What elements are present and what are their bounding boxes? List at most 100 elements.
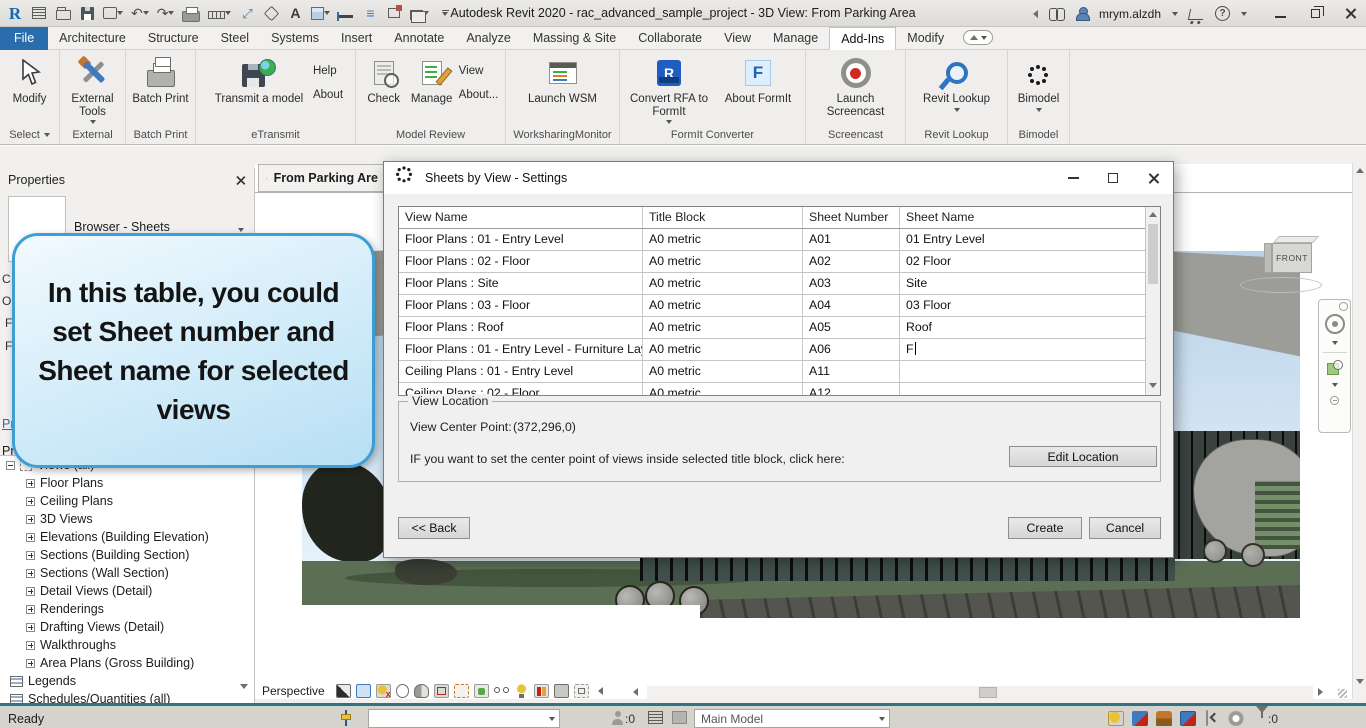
save-icon[interactable] [79, 5, 95, 22]
external-tools-button[interactable]: External Tools [65, 53, 120, 124]
user-interface-icon[interactable] [31, 5, 47, 22]
table-scroll-up-icon[interactable] [1149, 212, 1157, 217]
cell-sheet-name[interactable]: Roof [900, 317, 1147, 338]
worksets-icon[interactable] [345, 710, 347, 726]
cell-title-block[interactable]: A0 metric [643, 229, 803, 250]
tab-file[interactable]: File [0, 27, 48, 50]
sun-path-icon[interactable] [396, 684, 409, 698]
detail-level-icon[interactable] [356, 684, 371, 698]
launch-screencast-button[interactable]: Launch Screencast [811, 53, 900, 118]
tree-item-legends[interactable]: Legends [0, 672, 254, 690]
check-button[interactable]: Check [363, 53, 405, 106]
model-review-view-button[interactable]: View [459, 65, 499, 77]
tab-systems[interactable]: Systems [260, 27, 330, 50]
expand-icon[interactable] [26, 623, 35, 632]
navbar-close-icon[interactable] [1339, 302, 1348, 311]
viewcube-left-face[interactable] [1264, 243, 1272, 273]
expand-icon[interactable] [26, 641, 35, 650]
navbar-minimize-icon[interactable] [1330, 396, 1339, 405]
cell-sheet-name[interactable]: 01 Entry Level [900, 229, 1147, 250]
tab-insert[interactable]: Insert [330, 27, 383, 50]
drag-elements-toggle-icon[interactable] [1206, 710, 1208, 726]
tree-item-sections-building[interactable]: Sections (Building Section) [0, 546, 254, 564]
panel-label-select[interactable]: Select [0, 126, 59, 144]
col-header-view-name[interactable]: View Name [399, 207, 643, 228]
table-scroll-thumb[interactable] [1148, 224, 1158, 284]
tab-massing-site[interactable]: Massing & Site [522, 27, 627, 50]
expand-icon[interactable] [26, 515, 35, 524]
cell-view-name[interactable]: Floor Plans : 02 - Floor [399, 251, 643, 272]
active-workset-select[interactable] [368, 709, 560, 728]
tab-view[interactable]: View [713, 27, 762, 50]
hscroll-thumb[interactable] [979, 687, 997, 698]
dialog-close-button[interactable] [1133, 162, 1173, 194]
transmit-model-button[interactable]: Transmit a model [208, 53, 310, 106]
dialog-maximize-button[interactable] [1093, 162, 1133, 194]
text-icon[interactable]: A [287, 5, 303, 22]
cell-sheet-name[interactable] [900, 383, 1147, 396]
tree-item-renderings[interactable]: Renderings [0, 600, 254, 618]
tab-manage[interactable]: Manage [762, 27, 829, 50]
redo-icon[interactable]: ↷ [157, 5, 175, 22]
modify-button[interactable]: Modify [5, 53, 54, 106]
view-scale-label[interactable]: Perspective [262, 684, 325, 698]
cell-title-block[interactable]: A0 metric [643, 339, 803, 360]
scroll-down-icon[interactable] [1356, 679, 1364, 684]
highlight-displacement-icon[interactable] [554, 684, 569, 698]
cell-title-block[interactable]: A0 metric [643, 295, 803, 316]
cell-view-name[interactable]: Floor Plans : Site [399, 273, 643, 294]
tree-item-floor-plans[interactable]: Floor Plans [0, 474, 254, 492]
viewcube-compass-ring[interactable] [1240, 277, 1322, 293]
hide-analytical-model-icon[interactable] [534, 684, 549, 698]
select-pinned-toggle-icon[interactable] [1156, 711, 1172, 726]
app-store-cart-icon[interactable] [1188, 9, 1205, 20]
shadows-icon[interactable] [414, 684, 429, 698]
tab-architecture[interactable]: Architecture [48, 27, 137, 50]
cell-sheet-name[interactable]: Site [900, 273, 1147, 294]
workset-chevron-icon[interactable] [549, 717, 555, 721]
hscroll-left-icon[interactable] [633, 688, 638, 696]
tab-collaborate[interactable]: Collaborate [627, 27, 713, 50]
navbar-zoom-chevron-icon[interactable] [1332, 383, 1338, 387]
search-collapse-icon[interactable] [1033, 10, 1038, 18]
scroll-up-icon[interactable] [1356, 168, 1364, 173]
link-arrow-icon[interactable] [672, 711, 687, 724]
tree-item-detail-views[interactable]: Detail Views (Detail) [0, 582, 254, 600]
expand-icon[interactable] [26, 569, 35, 578]
hscroll-right-icon[interactable] [1318, 688, 1323, 696]
reveal-hidden-elements-icon[interactable] [494, 684, 509, 698]
edit-location-button[interactable]: Edit Location [1009, 446, 1157, 467]
visual-style-icon[interactable]: x [376, 684, 391, 698]
view-tab-from-parking-area[interactable]: From Parking Are [258, 164, 386, 192]
main-model-select[interactable]: Main Model [694, 709, 890, 728]
tab-structure[interactable]: Structure [137, 27, 210, 50]
select-by-face-toggle-icon[interactable] [1180, 711, 1196, 726]
viewcube-top-face[interactable] [1273, 236, 1319, 243]
tab-modify[interactable]: Modify [896, 27, 955, 50]
expand-icon[interactable] [26, 605, 35, 614]
signed-in-username[interactable]: mrym.alzdh [1099, 7, 1161, 21]
close-button[interactable] [1342, 5, 1358, 22]
select-underlay-toggle-icon[interactable] [1132, 711, 1148, 726]
tree-item-schedules[interactable]: Schedules/Quantities (all) [0, 690, 254, 703]
tab-analyze[interactable]: Analyze [455, 27, 521, 50]
properties-close-icon[interactable] [236, 175, 245, 184]
worksharing-display-icon[interactable] [574, 684, 589, 698]
col-header-sheet-name[interactable]: Sheet Name [900, 207, 1147, 228]
collapse-icon[interactable] [6, 461, 15, 470]
expand-icon[interactable] [26, 479, 35, 488]
editable-only-icon[interactable] [648, 711, 663, 724]
vertical-scrollbar[interactable] [1352, 163, 1366, 699]
tree-scroll-down-icon[interactable] [240, 684, 248, 689]
cell-sheet-number[interactable]: A11 [803, 361, 900, 382]
open-file-icon[interactable] [55, 5, 71, 22]
show-crop-region-icon[interactable] [454, 684, 469, 698]
zoom-tool-icon[interactable] [1327, 360, 1343, 376]
help-icon[interactable]: ? [1215, 6, 1230, 21]
dialog-minimize-button[interactable] [1053, 162, 1093, 194]
col-header-sheet-number[interactable]: Sheet Number [803, 207, 900, 228]
undo-icon[interactable]: ↶ [131, 5, 149, 22]
unlocked-3d-view-icon[interactable] [474, 684, 489, 698]
selection-gear-icon[interactable] [1228, 711, 1244, 726]
steering-wheel-icon[interactable] [1325, 314, 1345, 334]
